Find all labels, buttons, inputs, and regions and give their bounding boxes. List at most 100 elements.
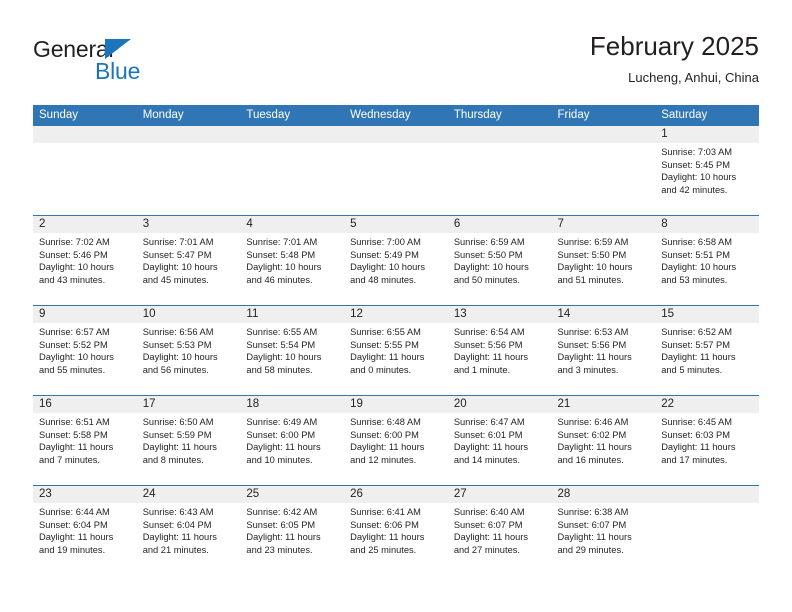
calendar-day-cell[interactable]: 22 Sunrise: 6:45 AM Sunset: 6:03 PM Dayligh… (655, 395, 759, 486)
calendar-day-cell[interactable]: 27 Sunrise: 6:40 AM Sunset: 6:07 PM Dayligh… (447, 485, 552, 575)
sunset-time: Sunset: 5:50 PM (557, 249, 627, 260)
day-details: Sunrise: 6:46 AM Sunset: 6:02 PM Daylight:… (552, 413, 656, 466)
day-cell-inner: 5 Sunrise: 7:00 AM Sunset: 5:49 PM Daylight… (344, 216, 448, 305)
day-cell-inner: 24 Sunrise: 6:43 AM Sunset: 6:04 PM Dayligh… (136, 486, 241, 575)
sunrise-time: Sunrise: 6:45 AM (661, 417, 733, 427)
weekday-header-friday: Friday (551, 105, 656, 126)
sunrise-time: Sunrise: 6:57 AM (39, 327, 110, 337)
sunrise-time: Sunrise: 6:59 AM (453, 237, 525, 247)
daylight-duration-line2: and 45 minutes. (142, 274, 209, 285)
daylight-duration-line1: Daylight: 10 hours (39, 352, 114, 362)
daylight-duration-line1: Daylight: 10 hours (453, 262, 529, 272)
day-details: Sunrise: 6:55 AM Sunset: 5:55 PM Daylight:… (344, 323, 448, 376)
calendar-day-cell-empty (344, 126, 448, 216)
daylight-duration-line2: and 43 minutes. (39, 274, 106, 285)
daylight-duration-line1: Daylight: 11 hours (453, 442, 529, 452)
daylight-duration-line2: and 21 minutes. (142, 544, 209, 555)
sunset-time: Sunset: 5:51 PM (661, 249, 730, 260)
sunrise-time: Sunrise: 6:46 AM (557, 417, 629, 427)
day-number: 1 (655, 126, 759, 143)
calendar-week-row: 1 Sunrise: 7:03 AM Sunset: 5:45 PM Daylight… (33, 126, 759, 216)
sunrise-time: Sunrise: 7:03 AM (661, 147, 733, 157)
calendar-day-cell[interactable]: 18 Sunrise: 6:49 AM Sunset: 6:00 PM Dayligh… (240, 395, 345, 486)
day-details: Sunrise: 6:54 AM Sunset: 5:56 PM Daylight:… (448, 323, 552, 376)
sunrise-time: Sunrise: 6:48 AM (350, 417, 421, 427)
calendar-day-cell[interactable]: 2 Sunrise: 7:02 AM Sunset: 5:46 PM Daylight… (33, 215, 137, 306)
calendar-day-cell-empty (240, 126, 345, 216)
sunset-time: Sunset: 5:58 PM (39, 429, 108, 440)
day-number: 8 (655, 216, 759, 233)
calendar-day-cell[interactable]: 19 Sunrise: 6:48 AM Sunset: 6:00 PM Dayligh… (344, 395, 448, 486)
page-header: General Blue February 2025 Lucheng, Anhu… (33, 30, 759, 94)
sunset-time: Sunset: 6:00 PM (350, 429, 419, 440)
day-number: 3 (136, 216, 241, 233)
calendar-day-cell[interactable]: 20 Sunrise: 6:47 AM Sunset: 6:01 PM Dayligh… (447, 395, 552, 486)
day-number: 2 (33, 216, 137, 233)
sunrise-time: Sunrise: 6:41 AM (350, 507, 421, 517)
calendar-day-cell[interactable]: 6 Sunrise: 6:59 AM Sunset: 5:50 PM Daylight… (447, 215, 552, 306)
day-details: Sunrise: 6:49 AM Sunset: 6:00 PM Daylight:… (240, 413, 344, 466)
sunrise-time: Sunrise: 6:50 AM (142, 417, 214, 427)
calendar-day-cell[interactable]: 10 Sunrise: 6:56 AM Sunset: 5:53 PM Dayligh… (136, 305, 241, 396)
day-number: 10 (136, 306, 241, 323)
day-cell-inner: 8 Sunrise: 6:58 AM Sunset: 5:51 PM Daylight… (655, 216, 759, 305)
calendar-day-cell[interactable]: 23 Sunrise: 6:44 AM Sunset: 6:04 PM Dayligh… (33, 485, 137, 575)
sunset-time: Sunset: 6:01 PM (453, 429, 523, 440)
day-cell-inner (240, 126, 345, 215)
daylight-duration-line1: Daylight: 11 hours (453, 532, 529, 542)
day-number: 20 (447, 396, 552, 413)
sunset-time: Sunset: 5:48 PM (246, 249, 316, 260)
day-number (240, 126, 345, 143)
calendar-day-cell[interactable]: 16 Sunrise: 6:51 AM Sunset: 5:58 PM Dayligh… (33, 395, 137, 486)
sunrise-time: Sunrise: 6:55 AM (350, 327, 421, 337)
calendar-day-cell[interactable]: 7 Sunrise: 6:59 AM Sunset: 5:50 PM Daylight… (551, 215, 656, 306)
calendar-day-cell[interactable]: 15 Sunrise: 6:52 AM Sunset: 5:57 PM Dayligh… (655, 305, 759, 396)
daylight-duration-line1: Daylight: 11 hours (453, 352, 529, 362)
calendar-day-cell[interactable]: 21 Sunrise: 6:46 AM Sunset: 6:02 PM Dayligh… (551, 395, 656, 486)
calendar-day-cell[interactable]: 4 Sunrise: 7:01 AM Sunset: 5:48 PM Daylight… (240, 215, 345, 306)
day-details: Sunrise: 6:48 AM Sunset: 6:00 PM Daylight:… (344, 413, 448, 466)
calendar-day-cell[interactable]: 17 Sunrise: 6:50 AM Sunset: 5:59 PM Dayligh… (136, 395, 241, 486)
daylight-duration-line1: Daylight: 11 hours (557, 352, 632, 362)
daylight-duration-line1: Daylight: 10 hours (557, 262, 633, 272)
calendar-day-cell[interactable]: 1 Sunrise: 7:03 AM Sunset: 5:45 PM Daylight… (655, 126, 759, 216)
daylight-duration-line1: Daylight: 11 hours (142, 442, 217, 452)
sunset-time: Sunset: 5:56 PM (557, 339, 627, 350)
calendar-day-cell[interactable]: 24 Sunrise: 6:43 AM Sunset: 6:04 PM Dayligh… (136, 485, 241, 575)
daylight-duration-line2: and 7 minutes. (39, 454, 100, 465)
calendar-day-cell[interactable]: 3 Sunrise: 7:01 AM Sunset: 5:47 PM Daylight… (136, 215, 241, 306)
sunrise-time: Sunrise: 6:49 AM (246, 417, 318, 427)
calendar-header-row: Sunday Monday Tuesday Wednesday Thursday Frid… (33, 105, 759, 126)
day-details: Sunrise: 6:50 AM Sunset: 5:59 PM Daylight:… (137, 413, 241, 466)
calendar-day-cell[interactable]: 13 Sunrise: 6:54 AM Sunset: 5:56 PM Dayligh… (447, 305, 552, 396)
calendar-day-cell[interactable]: 12 Sunrise: 6:55 AM Sunset: 5:55 PM Dayligh… (344, 305, 448, 396)
daylight-duration-line2: and 10 minutes. (246, 454, 313, 465)
day-number: 14 (551, 306, 656, 323)
daylight-duration-line1: Daylight: 11 hours (39, 442, 114, 452)
calendar-day-cell[interactable]: 9 Sunrise: 6:57 AM Sunset: 5:52 PM Daylight… (33, 305, 137, 396)
day-number: 12 (344, 306, 448, 323)
daylight-duration-line2: and 50 minutes. (453, 274, 520, 285)
day-cell-inner: 22 Sunrise: 6:45 AM Sunset: 6:03 PM Dayligh… (655, 396, 759, 485)
calendar-day-cell[interactable]: 25 Sunrise: 6:42 AM Sunset: 6:05 PM Dayligh… (240, 485, 345, 575)
daylight-duration-line2: and 8 minutes. (142, 454, 204, 465)
calendar-day-cell[interactable]: 14 Sunrise: 6:53 AM Sunset: 5:56 PM Dayligh… (551, 305, 656, 396)
sunrise-time: Sunrise: 6:52 AM (661, 327, 733, 337)
calendar-day-cell[interactable]: 5 Sunrise: 7:00 AM Sunset: 5:49 PM Daylight… (344, 215, 448, 306)
day-details: Sunrise: 6:52 AM Sunset: 5:57 PM Daylight:… (655, 323, 759, 376)
daylight-duration-line2: and 42 minutes. (661, 184, 728, 195)
calendar-day-cell[interactable]: 26 Sunrise: 6:41 AM Sunset: 6:06 PM Dayligh… (344, 485, 448, 575)
sunset-time: Sunset: 5:59 PM (142, 429, 212, 440)
weekday-header-sunday: Sunday (33, 105, 137, 126)
day-cell-inner (447, 126, 552, 215)
daylight-duration-line1: Daylight: 11 hours (350, 352, 425, 362)
daylight-duration-line1: Daylight: 11 hours (246, 442, 321, 452)
calendar-day-cell[interactable]: 8 Sunrise: 6:58 AM Sunset: 5:51 PM Daylight… (655, 215, 759, 306)
day-number: 11 (240, 306, 345, 323)
calendar-day-cell[interactable]: 11 Sunrise: 6:55 AM Sunset: 5:54 PM Dayligh… (240, 305, 345, 396)
sunrise-time: Sunrise: 6:58 AM (661, 237, 733, 247)
day-number: 26 (344, 486, 448, 503)
day-number (551, 126, 656, 143)
calendar-day-cell[interactable]: 28 Sunrise: 6:38 AM Sunset: 6:07 PM Dayligh… (551, 485, 656, 575)
day-number: 4 (240, 216, 345, 233)
